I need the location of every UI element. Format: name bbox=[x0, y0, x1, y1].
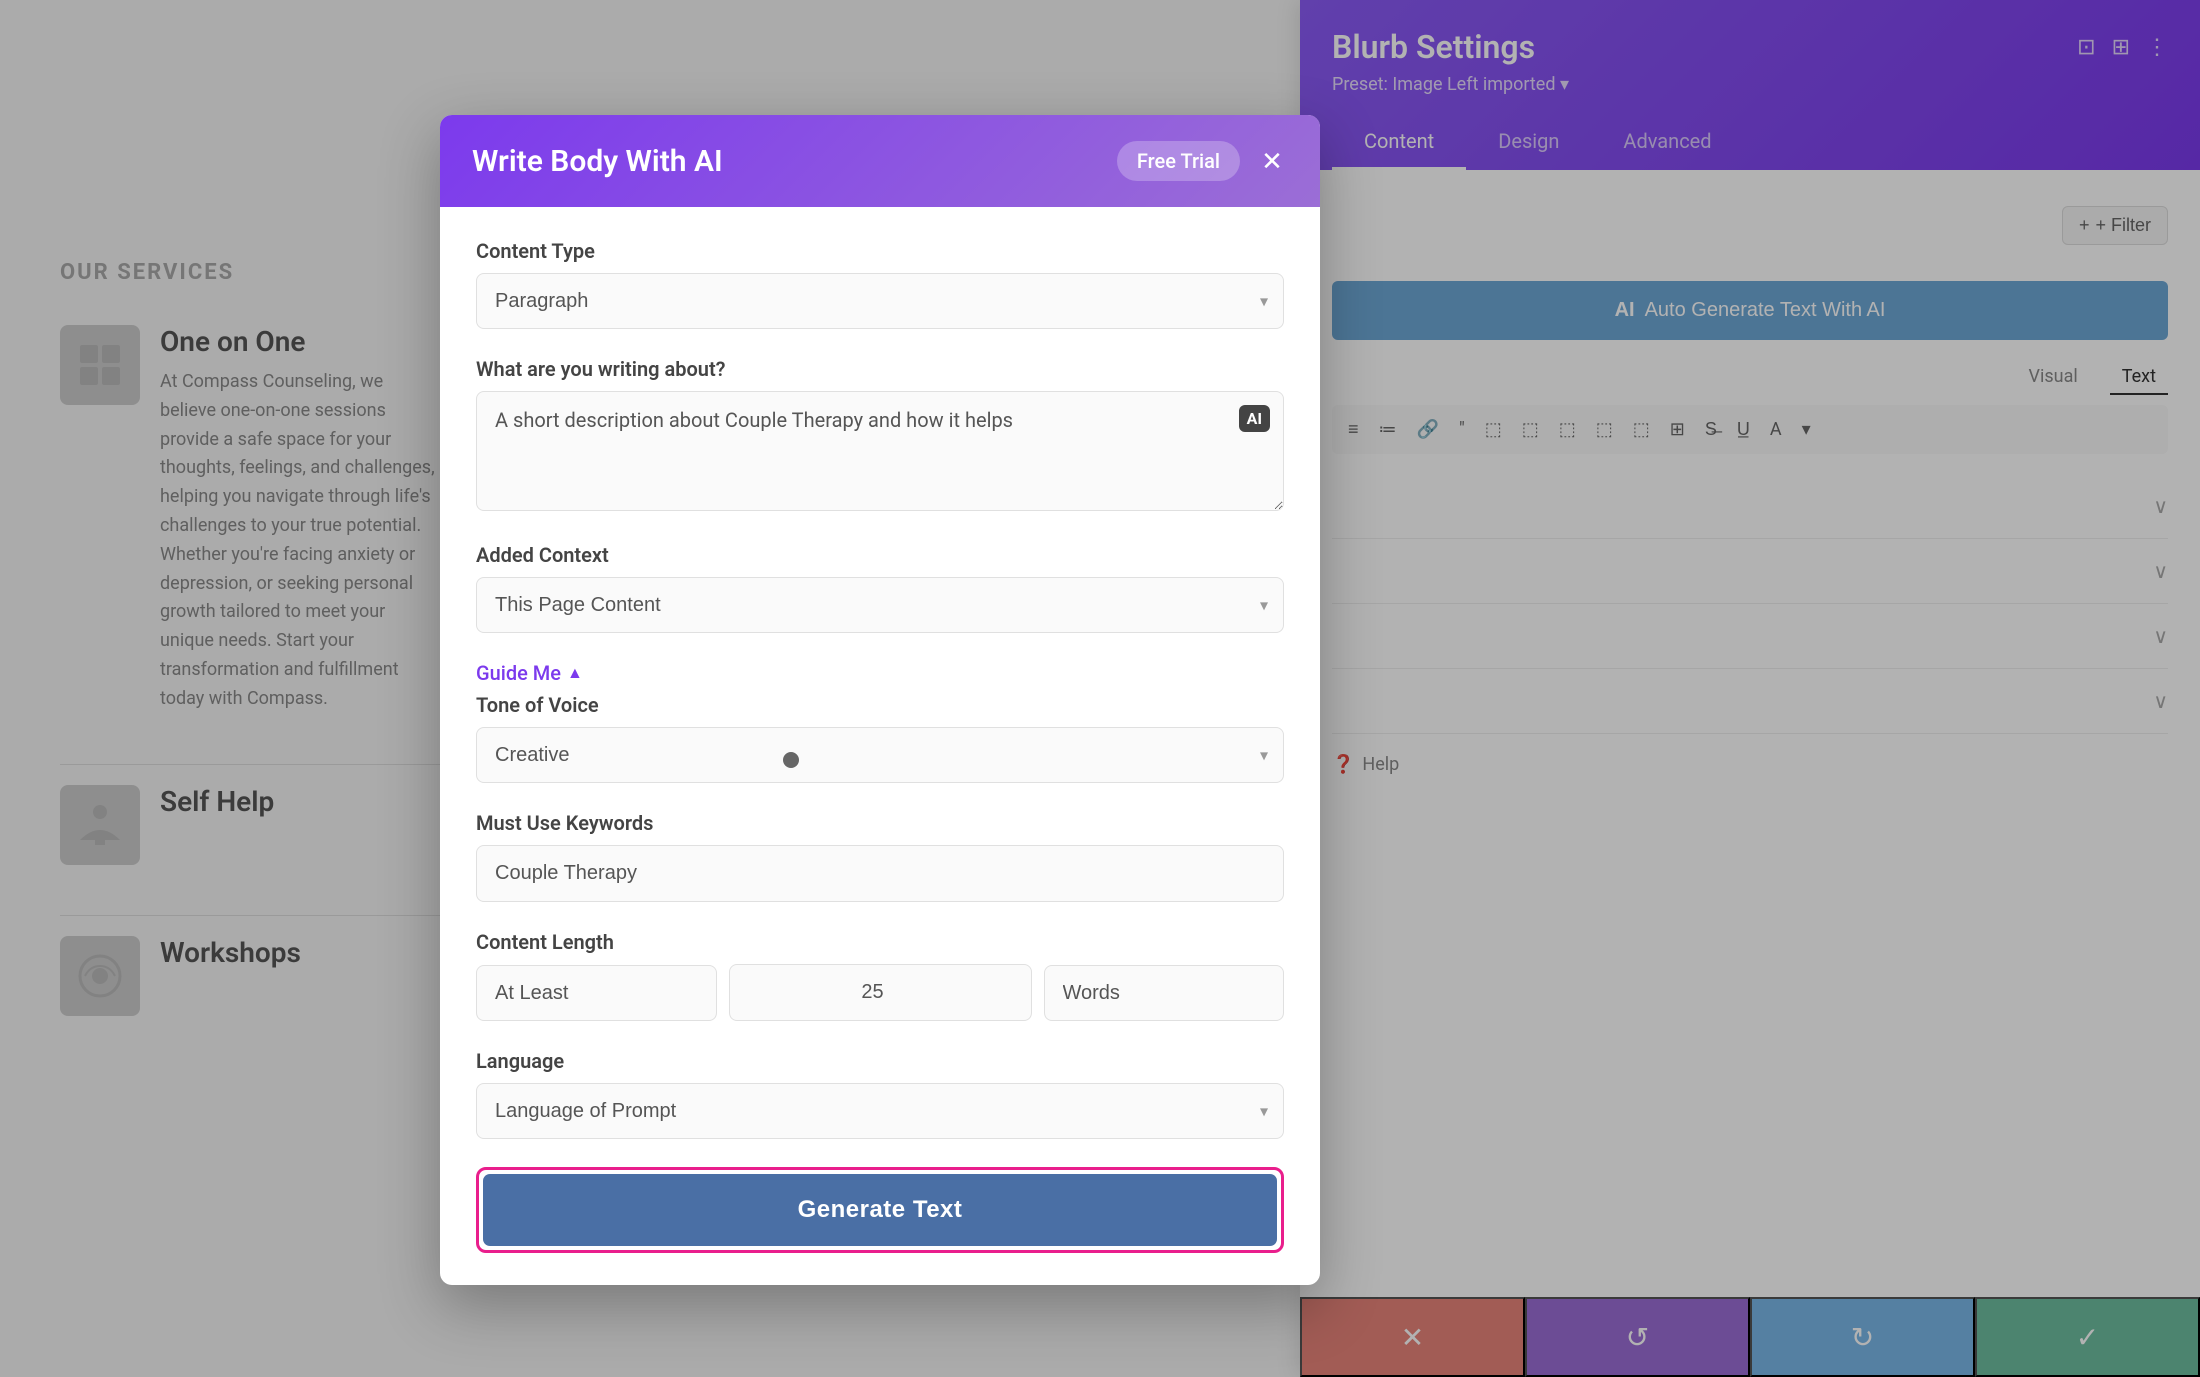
tone-of-voice-select-wrapper: Creative Professional Casual Formal bbox=[476, 727, 1284, 783]
ai-modal-body: Content Type Paragraph Bullet Points Num… bbox=[440, 207, 1320, 1285]
content-type-label: Content Type bbox=[476, 239, 1284, 263]
content-length-label: Content Length bbox=[476, 930, 1284, 954]
language-select-wrapper: Language of Prompt English Spanish Frenc… bbox=[476, 1083, 1284, 1139]
guide-me-label: Guide Me bbox=[476, 661, 561, 685]
keywords-group: Must Use Keywords bbox=[476, 811, 1284, 902]
language-group: Language Language of Prompt English Span… bbox=[476, 1049, 1284, 1139]
content-length-at-least-select[interactable]: At Least At Most Exactly bbox=[476, 965, 717, 1021]
guide-me-link[interactable]: Guide Me ▲ bbox=[476, 661, 1284, 685]
content-length-group: Content Length At Least At Most Exactly … bbox=[476, 930, 1284, 1021]
content-length-number-input[interactable] bbox=[729, 964, 1032, 1021]
keywords-input[interactable] bbox=[476, 845, 1284, 902]
content-length-row: At Least At Most Exactly Words Sentences… bbox=[476, 964, 1284, 1021]
ai-modal-header-right: Free Trial ✕ bbox=[1117, 141, 1288, 181]
writing-about-textarea[interactable]: A short description about Couple Therapy… bbox=[476, 391, 1284, 511]
content-type-select[interactable]: Paragraph Bullet Points Numbered List bbox=[476, 273, 1284, 329]
content-type-select-wrapper: Paragraph Bullet Points Numbered List bbox=[476, 273, 1284, 329]
language-select[interactable]: Language of Prompt English Spanish Frenc… bbox=[476, 1083, 1284, 1139]
keywords-label: Must Use Keywords bbox=[476, 811, 1284, 835]
guide-me-arrow: ▲ bbox=[567, 663, 583, 683]
added-context-select-wrapper: This Page Content None Custom bbox=[476, 577, 1284, 633]
generate-btn-wrapper: Generate Text bbox=[476, 1167, 1284, 1253]
added-context-label: Added Context bbox=[476, 543, 1284, 567]
writing-about-group: What are you writing about? A short desc… bbox=[476, 357, 1284, 515]
content-type-group: Content Type Paragraph Bullet Points Num… bbox=[476, 239, 1284, 329]
content-length-words-select[interactable]: Words Sentences Paragraphs bbox=[1044, 965, 1285, 1021]
tone-of-voice-select[interactable]: Creative Professional Casual Formal bbox=[476, 727, 1284, 783]
tone-of-voice-label: Tone of Voice bbox=[476, 693, 1284, 717]
free-trial-badge: Free Trial bbox=[1117, 141, 1240, 181]
language-label: Language bbox=[476, 1049, 1284, 1073]
ai-icon-badge: AI bbox=[1239, 405, 1270, 432]
ai-modal-close-button[interactable]: ✕ bbox=[1256, 145, 1288, 177]
writing-about-wrapper: A short description about Couple Therapy… bbox=[476, 391, 1284, 515]
added-context-select[interactable]: This Page Content None Custom bbox=[476, 577, 1284, 633]
added-context-group: Added Context This Page Content None Cus… bbox=[476, 543, 1284, 633]
ai-modal: Write Body With AI Free Trial ✕ Content … bbox=[440, 115, 1320, 1285]
ai-modal-title: Write Body With AI bbox=[472, 144, 723, 179]
generate-text-button[interactable]: Generate Text bbox=[483, 1174, 1277, 1246]
tone-of-voice-group: Tone of Voice Creative Professional Casu… bbox=[476, 693, 1284, 783]
writing-about-label: What are you writing about? bbox=[476, 357, 1284, 381]
ai-modal-header: Write Body With AI Free Trial ✕ bbox=[440, 115, 1320, 207]
